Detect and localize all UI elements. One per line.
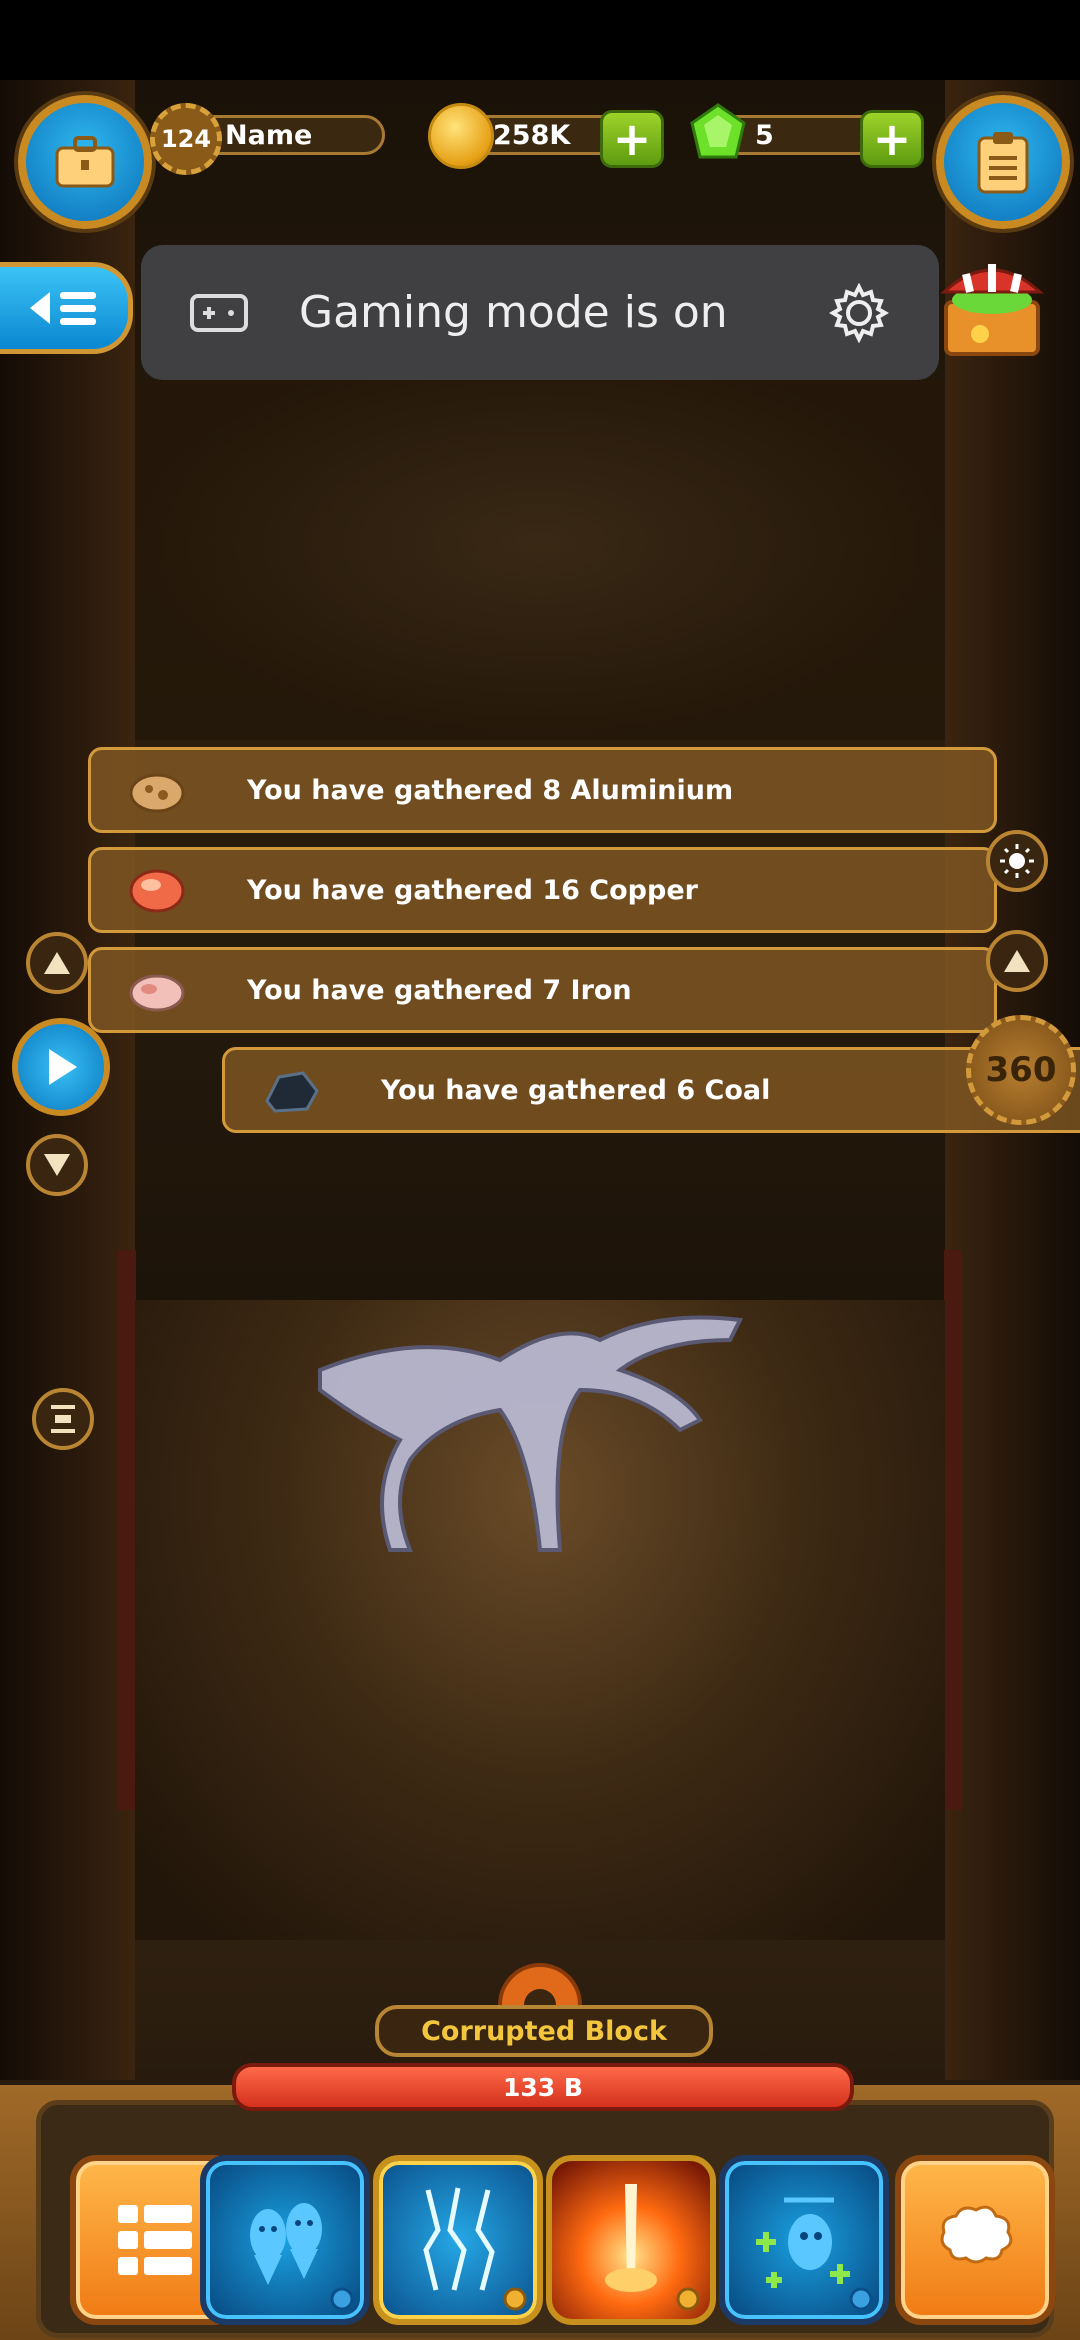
scroll-up-right-button[interactable] xyxy=(986,930,1048,992)
lightning-icon xyxy=(423,2187,495,2291)
brain-skill[interactable] xyxy=(895,2155,1055,2325)
coal-ore-icon xyxy=(265,1071,319,1113)
gamepad-icon xyxy=(190,293,248,332)
notification-text: You have gathered 16 Copper xyxy=(247,874,698,906)
gear-icon xyxy=(503,2287,527,2311)
aluminium-ore-icon xyxy=(129,773,185,813)
triangle-down-icon xyxy=(44,1154,70,1176)
right-red-rail xyxy=(944,1250,962,1810)
side-menu-button[interactable] xyxy=(0,262,133,354)
gear-icon xyxy=(330,2287,354,2311)
scroll-down-button[interactable] xyxy=(26,1134,88,1196)
gather-notification: You have gathered 16 Copper xyxy=(88,847,997,933)
gem-amount: 5 xyxy=(755,119,774,151)
shop-chest-icon[interactable] xyxy=(936,252,1048,360)
gather-notification: You have gathered 6 Coal xyxy=(222,1047,1080,1133)
player-name: Name xyxy=(225,119,313,151)
brightness-button[interactable] xyxy=(986,830,1048,892)
gear-icon xyxy=(849,2287,873,2311)
helicopter-bot-icon xyxy=(756,2197,850,2288)
notification-text: You have gathered 7 Iron xyxy=(247,974,632,1006)
level-badge: 124 xyxy=(150,103,222,175)
fire-beam-icon xyxy=(605,2184,657,2292)
briefcase-icon xyxy=(55,136,115,188)
block-name-label: Corrupted Block xyxy=(375,2005,713,2057)
upper-rock-block xyxy=(135,380,945,740)
twin-drills-skill[interactable] xyxy=(200,2155,370,2325)
add-gems-button[interactable]: + xyxy=(860,110,924,168)
coin-amount: 258K xyxy=(493,119,571,151)
gear-icon[interactable] xyxy=(829,282,889,343)
coin-icon xyxy=(428,103,494,169)
fire-beam-skill[interactable] xyxy=(546,2155,716,2325)
clipboard-icon xyxy=(977,132,1029,194)
list-grid-icon xyxy=(118,2205,192,2275)
menu-arrow-icon xyxy=(30,292,96,325)
gear-icon xyxy=(676,2287,700,2311)
gaming-mode-toast: Gaming mode is on xyxy=(141,245,939,380)
play-button[interactable] xyxy=(12,1018,110,1116)
corruption-crack-art xyxy=(318,1315,744,1552)
brain-icon xyxy=(940,2205,1013,2264)
center-view-button[interactable] xyxy=(32,1388,94,1450)
triangle-up-icon xyxy=(44,952,70,974)
heli-bot-skill[interactable] xyxy=(719,2155,889,2325)
toast-text: Gaming mode is on xyxy=(299,287,728,338)
add-coins-button[interactable]: + xyxy=(600,110,664,168)
triangle-up-icon xyxy=(1004,950,1030,972)
notification-text: You have gathered 6 Coal xyxy=(381,1074,771,1106)
block-health-bar: 133 B xyxy=(232,2063,854,2111)
notification-text: You have gathered 8 Aluminium xyxy=(247,774,734,806)
gather-notification: You have gathered 7 Iron xyxy=(88,947,997,1033)
iron-ore-icon xyxy=(129,974,185,1012)
drill-robots-icon xyxy=(250,2203,322,2285)
sun-icon xyxy=(1000,844,1034,878)
gather-notification: You have gathered 8 Aluminium xyxy=(88,747,997,833)
scroll-up-button[interactable] xyxy=(26,932,88,994)
tasks-button[interactable] xyxy=(936,95,1070,229)
inventory-button[interactable] xyxy=(18,95,152,229)
copper-ore-icon xyxy=(129,869,185,913)
align-center-icon xyxy=(51,1405,75,1433)
play-icon xyxy=(49,1049,77,1085)
left-red-rail xyxy=(118,1250,136,1810)
gem-icon xyxy=(690,103,746,159)
depth-badge: 360 xyxy=(966,1015,1076,1125)
lightning-skill[interactable] xyxy=(373,2155,543,2325)
